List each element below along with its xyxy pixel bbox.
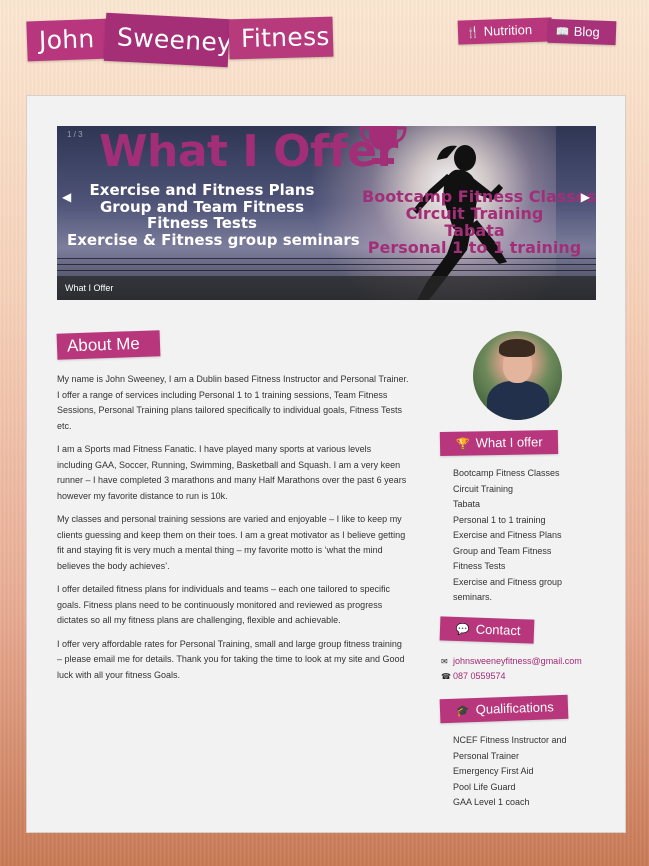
email-row: ✉ johnsweeneyfitness@gmail.com	[441, 654, 582, 669]
slide-right-item: Tabata	[444, 221, 505, 240]
site-title-word-fitness[interactable]: Fitness	[228, 16, 334, 60]
list-item: Circuit Training	[453, 483, 514, 494]
list-item: Bootcamp Fitness Classes	[453, 468, 560, 478]
book-icon: 📖	[555, 26, 570, 39]
what-i-offer-heading: 🏆 What I offer	[439, 429, 559, 457]
slide-counter: 1 / 3	[67, 130, 83, 139]
list-item: GAA Level 1 coach	[453, 797, 530, 807]
slide-heading: What I Offer	[99, 126, 398, 177]
slide-left-item: Group and Team Fitness	[99, 197, 305, 216]
graduation-cap-icon: 🎓	[455, 705, 470, 718]
slide-right-item: Bootcamp Fitness Classes	[362, 187, 596, 206]
qualifications-label: Qualifications	[475, 699, 554, 717]
list-item: Personal Trainer	[453, 750, 520, 761]
main-content-panel: 1 / 3 What I Offer Exercise and Fitness …	[26, 95, 626, 833]
image-slider[interactable]: 1 / 3 What I Offer Exercise and Fitness …	[57, 126, 596, 300]
list-item: Personal 1 to 1 training	[453, 514, 546, 525]
nav-blog-button[interactable]: 📖 Blog	[547, 18, 617, 46]
nav-nutrition-button[interactable]: 🍴 Nutrition	[457, 17, 553, 45]
slide-left-item: Exercise & Fitness group seminars	[67, 230, 360, 249]
qualifications-heading: 🎓 Qualifications	[439, 694, 569, 724]
slide-caption: What I Offer	[57, 276, 596, 300]
about-me-text: My name is John Sweeney, I am a Dublin b…	[57, 372, 409, 691]
list-item: Pool Life Guard	[453, 781, 516, 792]
site-title-word-john[interactable]: John	[26, 18, 110, 62]
avatar	[473, 331, 562, 420]
avatar-hair	[499, 339, 535, 357]
offer-list: Bootcamp Fitness Classes Circuit Trainin…	[453, 466, 583, 606]
list-item: seminars.	[453, 592, 493, 602]
about-paragraph: My classes and personal training session…	[57, 514, 406, 571]
list-item: Emergency First Aid	[453, 766, 534, 776]
contact-info: ✉ johnsweeneyfitness@gmail.com ☎ 087 05595…	[441, 654, 582, 684]
phone-icon: ☎	[441, 672, 451, 681]
about-me-heading: About Me	[56, 330, 161, 360]
list-item: Exercise and Fitness group	[453, 576, 563, 587]
list-item: NCEF Fitness Instructor and	[453, 735, 567, 745]
slider-next-arrow-icon[interactable]: ▶	[581, 190, 590, 204]
utensils-icon: 🍴	[465, 26, 480, 40]
qualifications-list: NCEF Fitness Instructor and Personal Tra…	[453, 733, 593, 811]
what-i-offer-label: What I offer	[475, 434, 543, 451]
nav-nutrition-label: Nutrition	[483, 22, 533, 39]
phone-link[interactable]: 087 0559574	[453, 671, 506, 681]
site-title-word-sweeney[interactable]: Sweeney	[103, 12, 233, 68]
email-link[interactable]: johnsweeneyfitness@gmail.com	[453, 656, 582, 666]
chat-bubble-icon: 💬	[455, 623, 470, 637]
contact-label: Contact	[475, 621, 521, 639]
phone-row: ☎ 087 0559574	[441, 669, 582, 684]
slide-right-list: Bootcamp Fitness Classes Circuit Trainin…	[362, 187, 596, 257]
trophy-icon: 🏆	[455, 438, 470, 451]
slide-right-item: Personal 1 to 1 training	[367, 238, 582, 257]
nav-blog-label: Blog	[573, 23, 601, 40]
about-paragraph: I am a Sports mad Fitness Fanatic. I hav…	[57, 444, 407, 501]
about-paragraph: My name is John Sweeney, I am a Dublin b…	[57, 374, 409, 431]
contact-heading: 💬 Contact	[439, 616, 535, 644]
avatar-shirt	[487, 381, 549, 420]
list-item: Tabata	[453, 499, 481, 509]
slide-left-list: Exercise and Fitness Plans Group and Tea…	[67, 181, 360, 249]
slide-left-item: Exercise and Fitness Plans	[89, 181, 315, 199]
slide-right-item: Circuit Training	[405, 204, 544, 223]
list-item: Group and Team Fitness	[453, 545, 552, 556]
envelope-icon: ✉	[441, 657, 448, 666]
slider-prev-arrow-icon[interactable]: ◀	[62, 190, 71, 204]
slide-left-item: Fitness Tests	[147, 214, 257, 232]
about-paragraph: I offer detailed fitness plans for indiv…	[57, 584, 391, 625]
list-item: Fitness Tests	[453, 561, 506, 571]
list-item: Exercise and Fitness Plans	[453, 530, 562, 540]
about-paragraph: I offer very affordable rates for Person…	[57, 638, 405, 680]
